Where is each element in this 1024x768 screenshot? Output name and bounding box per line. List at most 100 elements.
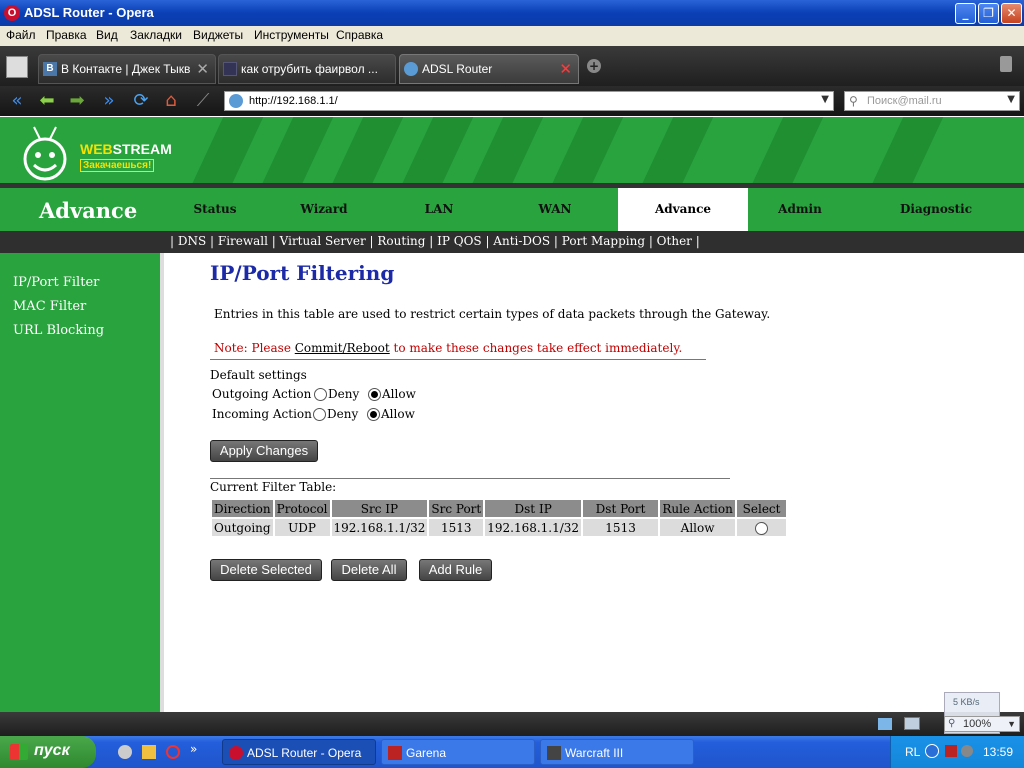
outgoing-deny-radio[interactable] (314, 388, 327, 401)
nav-admin[interactable]: Admin (760, 188, 840, 231)
tray-garena-icon[interactable] (945, 745, 957, 757)
sidebar-item-ip-port-filter[interactable]: IP/Port Filter (13, 275, 99, 290)
fast-forward-icon[interactable]: » (98, 91, 120, 111)
delete-selected-button[interactable]: Delete Selected (210, 559, 322, 581)
menu-edit[interactable]: Правка (46, 28, 87, 42)
zoom-level[interactable]: ⚲ 100% ▼ (944, 716, 1020, 732)
outgoing-action-label: Outgoing Action (212, 387, 312, 401)
menu-file[interactable]: Файл (6, 28, 36, 42)
nav-wizard[interactable]: Wizard (284, 188, 364, 231)
description-text: Entries in this table are used to restri… (214, 307, 771, 321)
sidebar-item-mac-filter[interactable]: MAC Filter (13, 299, 86, 314)
minimize-button[interactable]: _ (955, 3, 976, 24)
nav-diagnostic[interactable]: Diagnostic (891, 188, 981, 231)
column-header: Dst Port (583, 500, 659, 517)
taskbar-item-garena[interactable]: Garena (381, 739, 535, 765)
status-bar: 5 KB/s ⚲ 100% ▼ (0, 692, 1024, 736)
quicklaunch-gear-icon[interactable] (118, 745, 132, 759)
edit-icon[interactable]: ⟋ (192, 91, 214, 111)
search-field[interactable]: ⚲ Поиск@mail.ru ▼ (844, 91, 1020, 111)
tray-arrow-icon[interactable] (925, 744, 939, 758)
address-field[interactable]: http://192.168.1.1/ ▼ (224, 91, 834, 111)
navigation-bar: « ⬅ ➡ » ⟳ ⌂ ⟋ http://192.168.1.1/ ▼ ⚲ По… (0, 86, 1024, 116)
menu-widgets[interactable]: Виджеты (193, 28, 243, 42)
chevron-down-icon[interactable]: ▼ (1007, 94, 1015, 105)
quicklaunch-folder-icon[interactable] (142, 745, 156, 759)
close-button[interactable]: ✕ (1001, 3, 1022, 24)
title-bar: O ADSL Router - Opera _ ❐ ✕ (0, 0, 1024, 26)
image-icon[interactable] (904, 717, 920, 730)
quicklaunch-more-icon[interactable]: » (190, 742, 197, 756)
quicklaunch-opera-icon[interactable] (166, 745, 180, 759)
add-rule-button[interactable]: Add Rule (419, 559, 492, 581)
tab-label: ADSL Router (422, 62, 493, 76)
sidebar-item-url-blocking[interactable]: URL Blocking (13, 323, 104, 338)
deny-label: Deny (327, 407, 359, 421)
table-cell: 192.168.1.1/32 (485, 519, 582, 536)
tab-close-icon[interactable]: ✕ (196, 60, 209, 78)
url-text: http://192.168.1.1/ (249, 95, 338, 107)
incoming-allow-radio[interactable] (367, 408, 380, 421)
taskbar-item-opera[interactable]: ADSL Router - Opera (222, 739, 376, 765)
panel-icon[interactable] (878, 718, 892, 730)
nav-wan[interactable]: WAN (515, 188, 595, 231)
back-icon[interactable]: ⬅ (36, 91, 58, 111)
delete-all-button[interactable]: Delete All (331, 559, 407, 581)
column-header: Dst IP (485, 500, 582, 517)
brand-name: WEBSTREAM (80, 141, 172, 157)
sub-nav[interactable]: | DNS | Firewall | Virtual Server | Rout… (0, 231, 1024, 253)
note-text: Note: Please Commit/Reboot to make these… (214, 341, 683, 355)
chevron-down-icon[interactable]: ▼ (821, 94, 829, 105)
commit-reboot-link[interactable]: Commit/Reboot (295, 341, 390, 355)
incoming-deny-radio[interactable] (313, 408, 326, 421)
start-button[interactable]: пуск (0, 736, 96, 768)
sidebar: IP/Port Filter MAC Filter URL Blocking (0, 253, 160, 712)
page-icon (223, 62, 237, 76)
opera-icon: O (4, 5, 20, 21)
nav-advance[interactable]: Advance (618, 188, 748, 231)
menu-tools[interactable]: Инструменты (254, 28, 329, 42)
new-tab-icon[interactable]: + (587, 59, 601, 73)
taskbar-item-warcraft[interactable]: Warcraft III (540, 739, 694, 765)
globe-icon (404, 62, 418, 76)
nav-status[interactable]: Status (175, 188, 255, 231)
maximize-button[interactable]: ❐ (978, 3, 999, 24)
zoom-icon: ⚲ (948, 718, 956, 729)
menu-bar: Файл Правка Вид Закладки Виджеты Инструм… (0, 26, 1024, 46)
garena-icon (388, 746, 402, 760)
column-header: Select (737, 500, 787, 517)
taskbar: пуск » ADSL Router - Opera Garena Warcra… (0, 736, 1024, 768)
tab-adsl-router[interactable]: ADSL Router ✕ (399, 54, 579, 84)
rewind-icon[interactable]: « (6, 91, 28, 111)
reload-icon[interactable]: ⟳ (130, 91, 152, 111)
row-select-radio[interactable] (755, 521, 769, 535)
panel-toggle-icon[interactable] (6, 56, 28, 78)
table-cell: UDP (274, 519, 330, 536)
apply-changes-button[interactable]: Apply Changes (210, 440, 318, 462)
window-title: ADSL Router - Opera (24, 5, 154, 20)
search-placeholder: Поиск@mail.ru (867, 95, 942, 107)
table-title: Current Filter Table: (210, 480, 337, 494)
search-icon: ⚲ (849, 94, 858, 108)
tab-firewall[interactable]: как отрубить фаирвол ... (218, 54, 396, 84)
chevron-down-icon[interactable]: ▼ (1007, 719, 1016, 729)
forward-icon[interactable]: ➡ (66, 91, 88, 111)
trash-icon[interactable] (1000, 56, 1012, 72)
warcraft-icon (547, 746, 561, 760)
menu-help[interactable]: Справка (336, 28, 383, 42)
main-nav: Advance Status Wizard LAN WAN Advance Ad… (0, 188, 1024, 231)
home-icon[interactable]: ⌂ (160, 91, 182, 111)
table-header-row: Direction Protocol Src IP Src Port Dst I… (212, 500, 787, 517)
language-indicator[interactable]: RL (905, 745, 920, 759)
nav-lan[interactable]: LAN (399, 188, 479, 231)
table-cell: Allow (660, 519, 736, 536)
deny-label: Deny (328, 387, 360, 401)
tab-close-icon[interactable]: ✕ (559, 60, 572, 78)
page-title: IP/Port Filtering (210, 261, 395, 285)
outgoing-allow-radio[interactable] (368, 388, 381, 401)
menu-bookmarks[interactable]: Закладки (130, 28, 182, 42)
menu-view[interactable]: Вид (96, 28, 118, 42)
webstream-logo-icon (23, 126, 67, 181)
tab-vk[interactable]: B В Контакте | Джек Тыкв ✕ (38, 54, 216, 84)
tray-app-icon[interactable] (961, 745, 973, 757)
